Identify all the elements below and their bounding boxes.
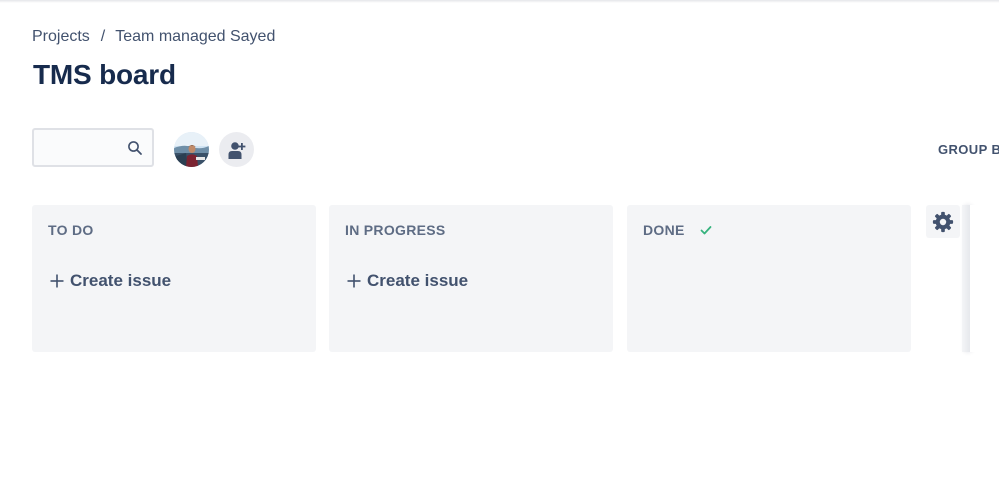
plus-icon bbox=[347, 274, 361, 288]
plus-icon bbox=[50, 274, 64, 288]
search-input[interactable] bbox=[40, 131, 134, 164]
create-issue-label: Create issue bbox=[367, 271, 469, 290]
board-settings-button[interactable] bbox=[926, 205, 960, 238]
top-shadow bbox=[0, 0, 999, 3]
column-title: DONE bbox=[643, 222, 685, 238]
breadcrumb-separator: / bbox=[100, 28, 106, 45]
column-title: IN PROGRESS bbox=[345, 222, 446, 238]
column-title: TO DO bbox=[48, 222, 94, 238]
add-person-icon bbox=[228, 141, 245, 159]
board-scroll-shadow bbox=[962, 205, 970, 352]
user-avatar[interactable] bbox=[174, 132, 209, 167]
create-issue-button[interactable]: Create issue bbox=[49, 271, 171, 291]
search-icon[interactable] bbox=[127, 140, 143, 156]
page-title: TMS board bbox=[33, 59, 176, 90]
column-header: IN PROGRESS bbox=[345, 222, 446, 238]
column-to-do: TO DO Create issue bbox=[32, 205, 316, 352]
create-issue-button[interactable]: Create issue bbox=[346, 271, 468, 291]
check-icon bbox=[700, 226, 712, 235]
create-issue-label: Create issue bbox=[70, 271, 172, 290]
breadcrumb-project-link[interactable]: Team managed Sayed bbox=[115, 28, 275, 46]
group-by-dropdown[interactable]: GROUP BY bbox=[938, 142, 999, 157]
column-in-progress: IN PROGRESS Create issue bbox=[329, 205, 613, 352]
column-header: DONE bbox=[643, 222, 713, 238]
board-right-gutter bbox=[970, 205, 999, 352]
column-header: TO DO bbox=[48, 222, 94, 238]
column-done: DONE bbox=[627, 205, 911, 352]
breadcrumb-projects-link[interactable]: Projects bbox=[32, 28, 90, 46]
search-box[interactable] bbox=[32, 128, 154, 167]
breadcrumb: Projects / Team managed Sayed bbox=[32, 28, 275, 46]
gear-icon bbox=[932, 211, 954, 232]
add-people-button[interactable] bbox=[219, 132, 254, 167]
